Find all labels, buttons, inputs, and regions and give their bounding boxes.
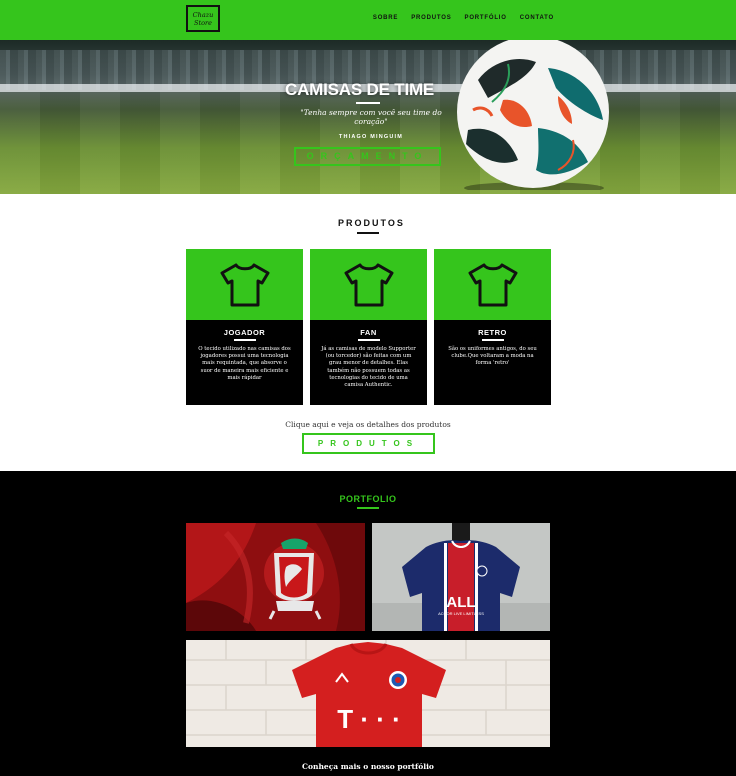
liverpool-shirt-photo[interactable] xyxy=(186,523,365,631)
product-card-jogador[interactable]: JOGADOR O tecido utilizado nas camisas d… xyxy=(186,249,303,405)
card-description: O tecido utilizado nas camisas dos jogad… xyxy=(198,346,291,381)
orcamento-button[interactable]: ORÇAMENTO xyxy=(294,147,441,166)
main-nav: SOBRE PRODUTOS PORTFÓLIO CONTATO xyxy=(373,15,554,21)
card-title: FAN xyxy=(360,328,377,337)
card-divider xyxy=(481,339,504,341)
card-icon-area xyxy=(310,249,427,320)
card-description: São os uniformes antigos, do seu clube.Q… xyxy=(448,346,537,367)
football-image xyxy=(457,40,609,190)
product-card-retro[interactable]: RETRO São os uniformes antigos, do seu c… xyxy=(434,249,551,405)
portfolio-more-link[interactable]: Conheça mais o nosso portfólio xyxy=(186,762,550,771)
shirt-icon xyxy=(468,263,517,306)
products-hint[interactable]: Clique aqui e veja os detalhes dos produ… xyxy=(186,420,550,429)
nav-item-contato[interactable]: CONTATO xyxy=(520,15,554,21)
produtos-button[interactable]: PRODUTOS xyxy=(302,433,435,454)
psg-sponsor-sub: ACCOR LIVE LIMITLESS xyxy=(438,611,484,616)
product-card-fan[interactable]: FAN Já as camisas de modelo Supporter (o… xyxy=(310,249,427,405)
products-title: PRODUTOS xyxy=(338,218,405,228)
hero-title: CAMISAS DE TIME xyxy=(285,80,435,99)
card-title: RETRO xyxy=(478,328,507,337)
card-description: Já as camisas de modelo Supporter (ou to… xyxy=(321,346,416,389)
shirt-icon xyxy=(220,263,269,306)
nav-item-sobre[interactable]: SOBRE xyxy=(373,15,398,21)
card-title: JOGADOR xyxy=(223,328,266,337)
portfolio-title-divider xyxy=(357,507,379,509)
card-icon-area xyxy=(186,249,303,320)
hero-divider xyxy=(356,102,380,104)
psg-sponsor-text: ALL xyxy=(446,594,475,611)
shirt-icon xyxy=(344,263,393,306)
nav-item-produtos[interactable]: PRODUTOS xyxy=(411,15,451,21)
portfolio-title: PORTFOLIO xyxy=(339,494,397,504)
hero-author: THIAGO MINGUIM xyxy=(338,134,404,140)
logo[interactable]: Chazu Store xyxy=(186,5,220,32)
psg-shirt-photo[interactable]: ALL ACCOR LIVE LIMITLESS xyxy=(372,523,550,631)
card-divider xyxy=(233,339,256,341)
card-divider xyxy=(357,339,380,341)
nav-item-portfolio[interactable]: PORTFÓLIO xyxy=(465,15,507,21)
products-title-divider xyxy=(357,232,379,234)
logo-line1: Chazu xyxy=(192,10,214,19)
card-icon-area xyxy=(434,249,551,320)
top-navbar: Chazu Store SOBRE PRODUTOS PORTFÓLIO CON… xyxy=(0,0,736,40)
bayern-sponsor-text: T · · · xyxy=(337,704,401,734)
hero-quote: "Tenha sempre com você seu time do coraç… xyxy=(300,108,442,126)
bayern-shirt-photo[interactable]: T · · · xyxy=(186,640,550,747)
logo-line2: Store xyxy=(194,18,212,27)
hero-banner: CAMISAS DE TIME "Tenha sempre com você s… xyxy=(0,40,736,194)
